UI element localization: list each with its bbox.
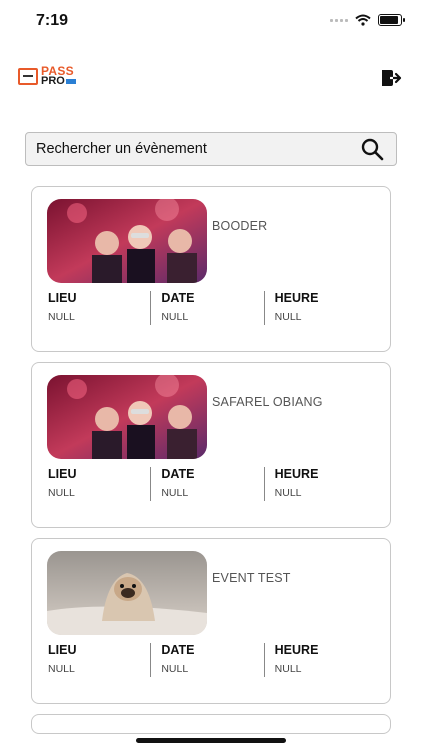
logo-line2: PRO bbox=[41, 75, 65, 87]
date-value: NULL bbox=[161, 663, 189, 675]
lieu-label: LIEU bbox=[48, 291, 77, 305]
lieu-value: NULL bbox=[48, 663, 75, 675]
event-list: BOODER LIEU NULL DATE NULL HEURE NULL SA… bbox=[31, 186, 391, 744]
heure-value: NULL bbox=[274, 311, 302, 323]
event-details: LIEU NULL DATE NULL HEURE NULL bbox=[47, 291, 377, 325]
search-icon[interactable] bbox=[360, 137, 384, 161]
event-name: EVENT TEST bbox=[212, 571, 291, 585]
event-name: BOODER bbox=[212, 219, 268, 233]
battery-icon bbox=[378, 14, 405, 26]
event-image bbox=[47, 375, 207, 459]
app-logo: PASS PRO bbox=[18, 65, 76, 87]
date-label: DATE bbox=[161, 467, 195, 481]
heure-label: HEURE bbox=[274, 291, 319, 305]
logout-icon[interactable] bbox=[380, 68, 402, 88]
home-indicator bbox=[136, 738, 286, 743]
wifi-icon bbox=[355, 14, 371, 26]
signal-icon bbox=[330, 18, 348, 22]
date-label: DATE bbox=[161, 643, 195, 657]
lieu-label: LIEU bbox=[48, 643, 77, 657]
heure-label: HEURE bbox=[274, 467, 319, 481]
date-value: NULL bbox=[161, 487, 189, 499]
event-card[interactable]: BOODER LIEU NULL DATE NULL HEURE NULL bbox=[31, 186, 391, 352]
logo-mark-icon bbox=[18, 67, 38, 85]
event-image bbox=[47, 551, 207, 635]
search-bar[interactable]: Rechercher un évènement bbox=[25, 132, 397, 166]
lieu-value: NULL bbox=[48, 311, 75, 323]
status-icons bbox=[330, 14, 405, 26]
lieu-label: LIEU bbox=[48, 467, 77, 481]
event-card[interactable]: EVENT TEST LIEU NULL DATE NULL HEURE NULL bbox=[31, 538, 391, 704]
event-image bbox=[47, 199, 207, 283]
event-name: SAFAREL OBIANG bbox=[212, 395, 323, 409]
status-bar: 7:19 bbox=[0, 0, 422, 40]
search-input[interactable]: Rechercher un évènement bbox=[36, 141, 207, 157]
event-card[interactable]: SAFAREL OBIANG LIEU NULL DATE NULL HEURE NU… bbox=[31, 362, 391, 528]
event-details: LIEU NULL DATE NULL HEURE NULL bbox=[47, 467, 377, 501]
event-details: LIEU NULL DATE NULL HEURE NULL bbox=[47, 643, 377, 677]
status-time: 7:19 bbox=[36, 12, 69, 29]
date-value: NULL bbox=[161, 311, 189, 323]
heure-value: NULL bbox=[274, 487, 302, 499]
heure-value: NULL bbox=[274, 663, 302, 675]
heure-label: HEURE bbox=[274, 643, 319, 657]
event-card-partial[interactable] bbox=[31, 714, 391, 734]
lieu-value: NULL bbox=[48, 487, 75, 499]
date-label: DATE bbox=[161, 291, 195, 305]
